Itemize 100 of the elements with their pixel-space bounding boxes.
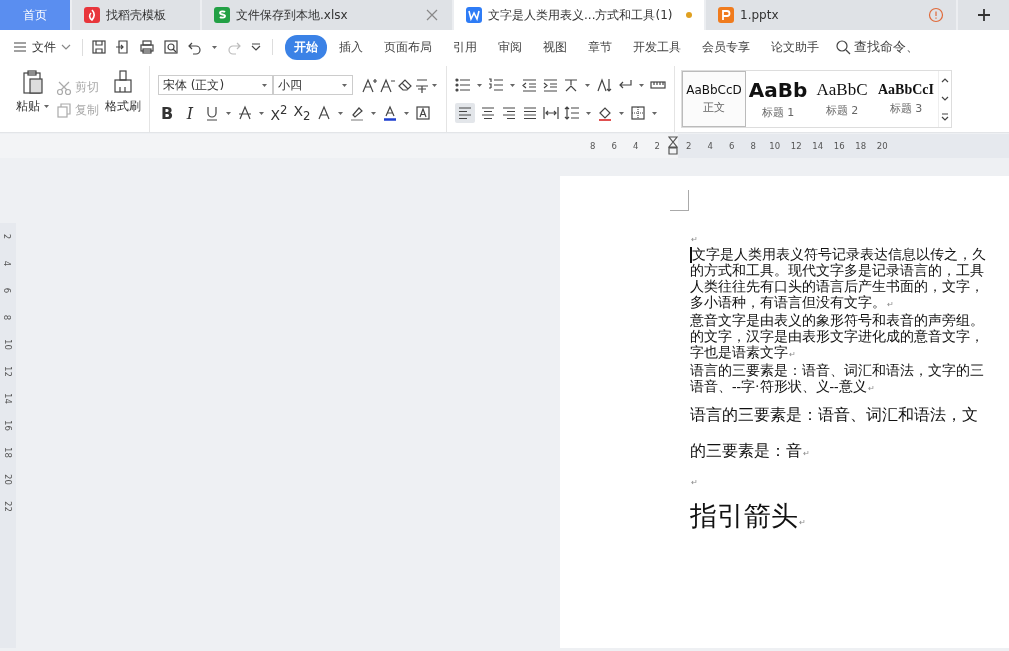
caret-icon[interactable] [341,81,348,89]
caret-icon[interactable] [225,109,232,117]
align-left-icon [457,105,473,121]
ruler-number: 14 [811,141,825,151]
caret-icon[interactable] [431,81,438,89]
character-border-icon[interactable] [415,105,431,121]
caret-icon[interactable] [211,43,218,51]
paragraph-mark: ↵ [690,234,699,246]
print-icon[interactable] [139,39,155,55]
shrink-font-icon[interactable] [379,77,397,93]
align-right-icon[interactable] [501,105,517,121]
indent-marker-icon[interactable] [668,136,678,156]
ribbon-tab[interactable]: 页面布局 [375,34,441,60]
ruler-number: 4 [632,141,640,151]
ruler-number: 20 [2,474,14,485]
underline-icon[interactable] [204,105,220,121]
decrease-indent-icon[interactable] [521,77,537,93]
menu-icon [12,39,28,55]
document-text-line: 多小语种，有语言但没有文字。↵ [690,295,895,312]
customize-chevron-icon[interactable] [250,41,262,53]
caret-icon[interactable] [638,81,645,89]
caret-icon[interactable] [337,109,344,117]
ribbon-tab[interactable]: 论文助手 [762,34,828,60]
scissors-icon [56,79,72,96]
distribute-icon[interactable] [543,105,559,121]
strikethrough-icon[interactable] [237,105,253,121]
sort-icon[interactable] [596,77,612,93]
export-icon[interactable] [115,39,131,55]
increase-indent-icon[interactable] [542,77,558,93]
sheet-logo-icon [214,7,230,23]
document-heading: 指引箭头↵ [690,500,807,533]
borders-icon[interactable] [630,105,646,121]
document-text-line: 人类往往先有口头的语言后产生书面的，文字， [690,279,985,295]
italic-button[interactable]: I [181,103,199,123]
document-text-line: 意音文字是由表义的象形符号和表音的声旁组。 [690,313,985,329]
ribbon-tab[interactable]: 开发工具 [624,34,690,60]
ribbon-tab[interactable]: 插入 [330,34,372,60]
justify-icon[interactable] [522,105,538,121]
ribbon-tab[interactable]: 审阅 [489,34,531,60]
numbered-list-icon[interactable] [488,77,504,93]
document-text-line: 语音、--字·符形状、义--意义↵ [690,379,876,396]
text-direction-icon[interactable] [563,77,579,93]
font-name-select[interactable]: 宋体 (正文) [158,75,273,95]
command-search[interactable]: 查找命令、 [835,38,919,56]
ruler-number: 8 [749,141,757,151]
ribbon-tab[interactable]: 开始 [285,34,327,60]
text-effect-icon[interactable] [316,105,332,121]
close-tab-button[interactable] [424,7,440,23]
line-spacing-icon[interactable] [564,105,580,121]
caret-icon[interactable] [509,81,516,89]
subscript-button[interactable]: X$_{2}$ [293,103,311,123]
file-menu[interactable]: 文件 [12,38,83,56]
paste-button[interactable]: 粘贴 [16,66,50,132]
print-preview-icon[interactable] [163,39,179,55]
caret-icon[interactable] [370,109,377,117]
style-preset[interactable]: AaBbCcI 标题 3 [874,71,938,127]
ruler-number: 16 [2,420,14,431]
new-tab-plus-icon[interactable] [975,7,992,23]
ribbon-tab[interactable]: 章节 [579,34,621,60]
font-size-select[interactable]: 小四 [273,75,353,95]
copy-icon [56,102,72,119]
align-left-button[interactable] [455,103,475,123]
highlighter-icon[interactable] [349,105,365,121]
caret-icon[interactable] [403,109,410,117]
caret-icon[interactable] [584,81,591,89]
caret-icon[interactable] [618,109,625,117]
eraser-icon[interactable] [397,77,413,93]
document-tab[interactable]: 文字是人类用表义...方式和工具(1) [454,0,706,30]
clipboard-icon [21,70,45,94]
ribbon-tab[interactable]: 引用 [444,34,486,60]
align-center-icon[interactable] [480,105,496,121]
caret-icon[interactable] [43,103,50,110]
scroll-down-icon[interactable] [941,95,949,102]
ruler-number: 16 [832,141,846,151]
style-preset[interactable]: AaBbCcD 正文 [682,71,746,127]
bold-button[interactable]: B [158,103,176,123]
bullet-list-icon[interactable] [455,77,471,93]
caret-icon[interactable] [476,81,483,89]
superscript-button[interactable]: X$^{2}$ [270,103,288,123]
caret-icon[interactable] [261,81,268,89]
ruler-number: 18 [854,141,868,151]
format-painter-button[interactable]: 格式刷 [105,66,141,132]
ruler-number: 12 [2,366,14,377]
ribbon-tab[interactable]: 视图 [534,34,576,60]
caret-icon[interactable] [651,109,658,117]
font-color-icon[interactable] [382,105,398,121]
style-preset[interactable]: AaBb 标题 1 [746,71,810,127]
caret-icon[interactable] [258,109,265,117]
ruler-number: 10 [2,339,14,350]
doc-logo-icon [466,7,482,23]
ribbon-tab[interactable]: 会员专享 [693,34,759,60]
shading-icon[interactable] [597,105,613,121]
grow-font-icon[interactable] [361,77,379,93]
style-preset[interactable]: AaBbC 标题 2 [810,71,874,127]
phonetic-icon[interactable] [413,77,431,93]
save-icon[interactable] [91,39,107,55]
expand-icon[interactable] [941,113,949,122]
caret-icon[interactable] [585,109,592,117]
scroll-up-icon[interactable] [941,76,949,84]
document-text-line: 的方式和工具。现代文字多是记录语言的，工具 [690,263,985,279]
